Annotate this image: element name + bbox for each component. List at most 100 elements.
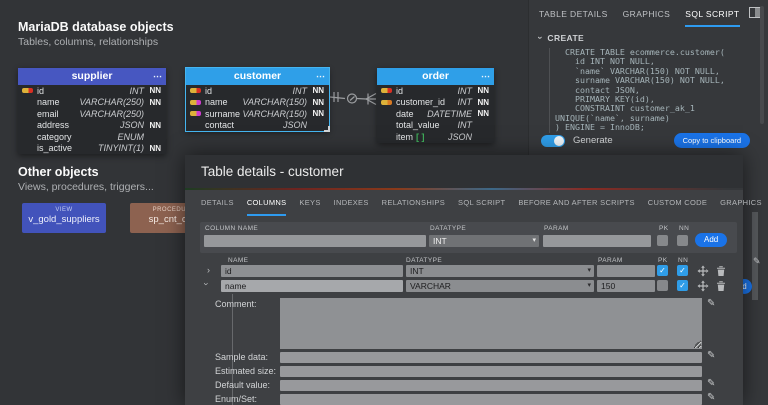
panel-scrollbar[interactable] [760,6,764,124]
tab-columns[interactable]: COLUMNS [246,198,287,216]
row-datatype-select[interactable]: VARCHAR ▾ [406,280,594,292]
dialog-tabs: DETAILS COLUMNS KEYS INDEXES RELATIONSHI… [185,190,761,216]
column-type: VARCHAR(250) [79,97,144,108]
datatype-value: INT [433,236,447,246]
table-row[interactable]: customer_id INT NN [377,97,494,109]
object-type-label: VIEW [55,207,73,213]
column-name: name [37,97,60,108]
column-type: VARCHAR(150) [242,108,307,119]
edit-pencil-icon[interactable]: ✎ [707,378,715,389]
column-name: date [396,108,414,119]
tab-custom-code[interactable]: CUSTOM CODE [648,198,707,216]
row-datatype-select[interactable]: INT ▾ [406,265,594,277]
edit-pencil-icon[interactable]: ✎ [753,256,761,267]
tab-sql-script[interactable]: SQL SCRIPT [685,9,740,27]
row-name-input[interactable] [221,265,403,277]
name-header: NAME [228,257,249,264]
row-nn-checkbox[interactable]: ✓ [677,280,688,291]
table-row[interactable]: item[ ] JSON [377,131,494,143]
delete-row-icon[interactable] [715,265,727,277]
enum-set-input[interactable] [280,394,702,405]
move-row-icon[interactable] [697,265,709,277]
default-value-input[interactable] [280,380,702,391]
diagram-table-customer[interactable]: customer ⋯ id INT NN name VARCHAR(150) NN su… [185,67,330,132]
row-nn-checkbox[interactable]: ✓ [677,265,688,276]
table-menu-icon[interactable]: ⋯ [153,68,162,85]
foreign-key-icon [381,99,392,105]
table-row[interactable]: id INT NN [18,85,166,97]
datatype-select[interactable]: INT ▾ [429,235,539,247]
comment-textarea[interactable] [280,298,702,349]
move-row-icon[interactable] [697,280,709,292]
caret-down-icon: ▾ [587,267,591,274]
table-row[interactable]: category ENUM [18,131,166,143]
column-nn: NN [149,143,161,153]
sample-data-label: Sample data: [215,352,269,362]
table-row[interactable]: is_active TINYINT(1) NN [18,143,166,155]
row-param-input[interactable] [597,280,655,292]
primary-key-icon [381,88,392,94]
table-row[interactable]: id INT NN [377,85,494,97]
table-row[interactable]: surname VARCHAR(150) NN [186,108,329,120]
column-type: TINYINT(1) [98,143,144,154]
tab-sql-script[interactable]: SQL SCRIPT [458,198,505,216]
column-name: is_active [37,143,73,154]
tab-graphics[interactable]: GRAPHICS [720,198,762,216]
tab-before-after-scripts[interactable]: BEFORE AND AFTER SCRIPTS [518,198,634,216]
copy-to-clipboard-button[interactable]: Copy to clipboard [673,133,750,148]
table-row[interactable]: contact JSON [186,120,329,132]
add-column-button[interactable]: Add [695,233,728,247]
delete-row-icon[interactable] [715,280,727,292]
param-input[interactable] [543,235,651,247]
column-nn: NN [477,109,489,119]
column-nn: NN [149,86,161,96]
row-pk-checkbox[interactable]: ✓ [657,265,668,276]
column-name: id [396,85,404,96]
sample-data-input[interactable] [280,352,702,363]
generate-toggle[interactable] [541,135,565,147]
tab-relationships[interactable]: RELATIONSHIPS [382,198,445,216]
table-row[interactable]: email VARCHAR(250) [18,108,166,120]
textarea-resize-handle[interactable] [695,342,701,348]
table-row[interactable]: name VARCHAR(250) NN [18,97,166,109]
view-object-v-gold-suppliers[interactable]: VIEW v_gold_suppliers [22,203,106,233]
column-name-input[interactable] [204,235,426,247]
datatype-label: DATATYPE [430,225,467,232]
table-row[interactable]: total_value INT [377,120,494,132]
diagram-table-order[interactable]: order ⋯ id INT NN customer_id INT NN date DAT… [377,68,494,143]
column-name: total_value [396,120,440,131]
edit-pencil-icon[interactable]: ✎ [707,350,715,361]
estimated-size-input[interactable] [280,366,702,377]
pk-label: PK [659,225,669,232]
table-name: customer [233,70,282,82]
table-menu-icon[interactable]: ⋯ [481,68,490,85]
tab-graphics[interactable]: GRAPHICS [623,9,671,27]
tab-keys[interactable]: KEYS [299,198,320,216]
column-type: INT [457,85,473,96]
expand-row-icon[interactable]: › [207,265,210,275]
collapse-row-icon[interactable]: › [202,283,212,286]
tab-indexes[interactable]: INDEXES [334,198,369,216]
other-objects-title: Other objects [18,165,99,179]
check-icon: ✓ [679,281,686,290]
tab-details[interactable]: DETAILS [201,198,234,216]
table-row[interactable]: id INT NN [186,85,329,97]
param-header: PARAM [598,257,623,264]
resize-handle[interactable] [324,126,330,132]
create-section-header[interactable]: › CREATE [529,27,768,43]
table-row[interactable]: address JSON NN [18,120,166,132]
table-menu-icon[interactable]: ⋯ [316,68,325,85]
table-row[interactable]: name VARCHAR(150) NN [186,97,329,109]
column-type: JSON [447,131,472,142]
edit-pencil-icon[interactable]: ✎ [707,392,715,403]
row-pk-checkbox[interactable] [657,280,668,291]
row-name-input[interactable] [221,280,403,292]
alternate-key-icon [190,99,201,105]
tab-table-details[interactable]: TABLE DETAILS [539,9,608,27]
nn-checkbox[interactable] [677,235,688,246]
edit-pencil-icon[interactable]: ✎ [707,298,715,309]
pk-checkbox[interactable] [657,235,668,246]
diagram-table-supplier[interactable]: supplier ⋯ id INT NN name VARCHAR(250) NN em… [18,68,166,154]
row-param-input[interactable] [597,265,655,277]
table-row[interactable]: date DATETIME NN [377,108,494,120]
